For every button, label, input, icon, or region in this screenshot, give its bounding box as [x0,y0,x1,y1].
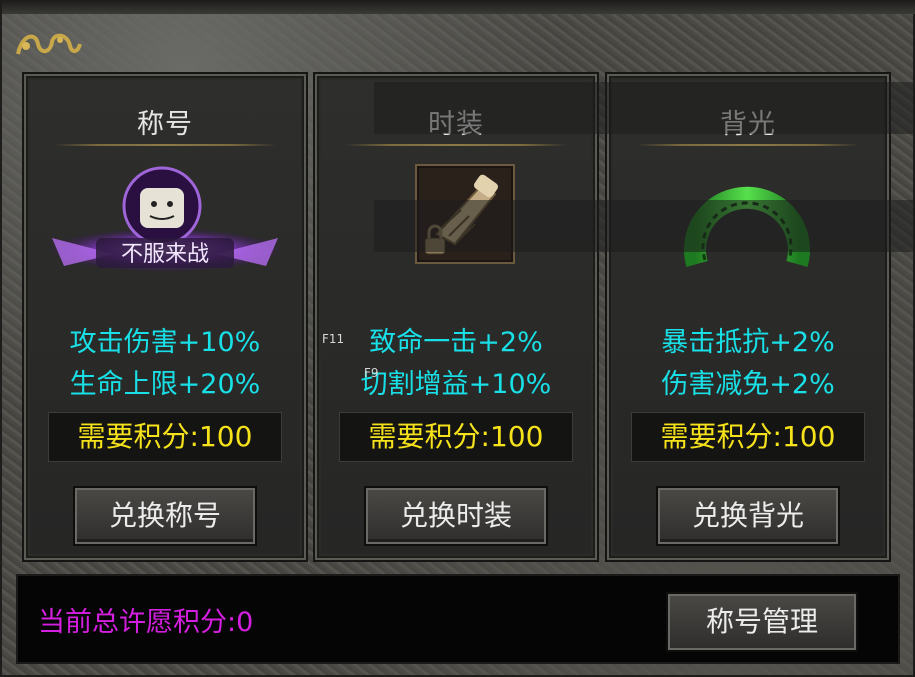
title-divider [345,144,567,146]
stat-line: 攻击伤害+10% [69,327,261,358]
title-manage-button[interactable]: 称号管理 [666,592,858,652]
hotkey-label: F9 [364,366,379,380]
wish-points-label: 当前总许愿积分:0 [38,607,254,638]
stat-line: 致命一击+2% [369,327,543,358]
stat-line: 暴击抵抗+2% [661,327,835,358]
panel-heading: 称号 [137,109,193,140]
cost-box: 需要积分:100 [339,412,573,462]
title-divider [54,144,276,146]
panel-inner: 称号 不服来战 攻击伤害+10% 生命上限+20% 需要积分:100 兑换称号 [30,80,300,554]
dragon-ornament-icon [16,33,82,55]
title-badge-icon: 不服来战 [47,166,283,272]
overlay-bar [374,82,915,134]
hotkey-label: F11 [322,332,345,346]
window-top-strip [2,2,915,14]
svg-text:不服来战: 不服来战 [121,242,209,267]
stat-line: 生命上限+20% [69,369,261,400]
exchange-window: 称号 不服来战 攻击伤害+10% 生命上限+20% 需要积分:100 兑换称号 … [0,0,915,677]
overlay-bar [374,200,915,252]
panel-inner: 时装 致命一击+2% 切割增益+10% 需要积分:100 兑换时装 [321,80,591,554]
exchange-fashion-button[interactable]: 兑换时装 [364,486,548,546]
title-divider [637,144,859,146]
cost-box: 需要积分:100 [48,412,282,462]
exchange-title-button[interactable]: 兑换称号 [73,486,257,546]
cost-box: 需要积分:100 [631,412,865,462]
panel-inner: 背光 暴击抵抗+2% 伤害减免+2% 需要积分:100 兑换背光 [613,80,883,554]
panel-title: 称号 不服来战 攻击伤害+10% 生命上限+20% 需要积分:100 兑换称号 [22,72,308,562]
stat-line: 伤害减免+2% [661,369,835,400]
stat-line: 切割增益+10% [360,369,552,400]
footer-bar: 当前总许愿积分:0 称号管理 [16,574,900,664]
panel-fashion: 时装 致命一击+2% 切割增益+10% 需要积分:100 兑换时装 [313,72,599,562]
exchange-backlight-button[interactable]: 兑换背光 [656,486,840,546]
panel-backlight: 背光 暴击抵抗+2% 伤害减免+2% 需要积分:100 兑换背光 [605,72,891,562]
